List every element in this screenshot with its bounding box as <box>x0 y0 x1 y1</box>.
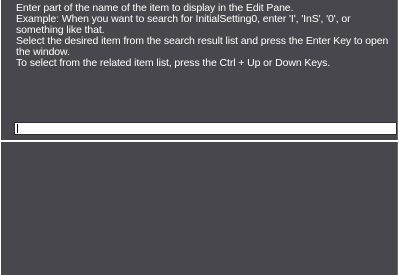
instruction-line-2: Example: When you want to search for Ini… <box>16 13 351 36</box>
search-input[interactable] <box>14 122 397 135</box>
search-result-list[interactable] <box>1 142 397 275</box>
instruction-line-4: To select from the related item list, pr… <box>16 57 331 69</box>
instructions-text: Enter part of the name of the item to di… <box>16 3 394 69</box>
instruction-line-3: Select the desired item from the search … <box>16 35 389 58</box>
text-caret <box>17 124 18 133</box>
